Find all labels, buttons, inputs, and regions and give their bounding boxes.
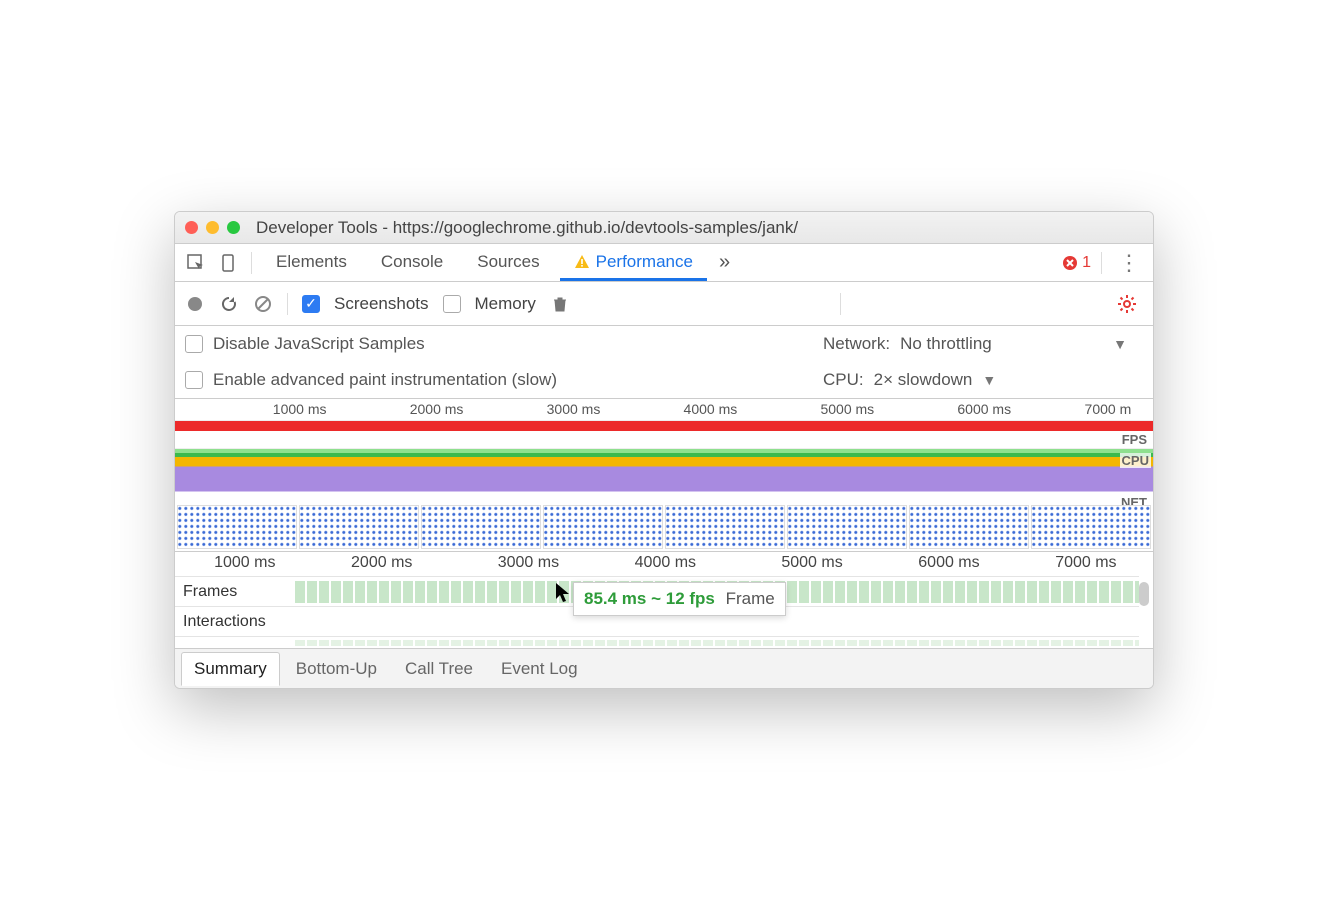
summary-tab[interactable]: Summary: [181, 652, 280, 686]
inspect-element-icon[interactable]: [183, 250, 209, 276]
disable-js-samples-checkbox[interactable]: [185, 335, 203, 353]
paint-instrumentation-checkbox[interactable]: [185, 371, 203, 389]
screenshot-thumb[interactable]: [177, 505, 297, 549]
lane-preview: [295, 640, 1139, 646]
screenshot-filmstrip[interactable]: [175, 503, 1153, 551]
screenshot-thumb[interactable]: [299, 505, 419, 549]
tab-performance-label: Performance: [596, 252, 693, 272]
ruler-tick: 1000 ms: [273, 401, 327, 417]
screenshot-thumb[interactable]: [787, 505, 907, 549]
ruler-tick: 2000 ms: [351, 554, 412, 572]
bottom-up-tab[interactable]: Bottom-Up: [284, 653, 389, 685]
memory-label: Memory: [475, 294, 536, 314]
error-count-badge[interactable]: 1: [1062, 254, 1091, 272]
reload-record-button[interactable]: [219, 294, 239, 314]
fps-track-label: FPS: [1120, 432, 1149, 447]
flamechart-pane[interactable]: 1000 ms 2000 ms 3000 ms 4000 ms 5000 ms …: [175, 552, 1153, 648]
network-throttling-select[interactable]: No throttling: [900, 334, 992, 354]
screenshots-checkbox[interactable]: ✓: [302, 295, 320, 313]
disable-js-samples-label: Disable JavaScript Samples: [213, 334, 425, 354]
ruler-tick: 1000 ms: [214, 554, 275, 572]
divider: [1101, 252, 1102, 274]
cpu-label: CPU:: [823, 370, 864, 390]
tab-overflow-button[interactable]: »: [713, 251, 736, 274]
cpu-track-label: CPU: [1120, 453, 1151, 468]
ruler-tick: 5000 ms: [781, 554, 842, 572]
divider: [287, 293, 288, 315]
event-log-tab[interactable]: Event Log: [489, 653, 590, 685]
warning-icon: [574, 254, 590, 270]
fps-warning-bar: [175, 421, 1153, 431]
screenshots-label: Screenshots: [334, 294, 429, 314]
main-tab-bar: Elements Console Sources Performance » 1…: [175, 244, 1153, 282]
record-button[interactable]: [185, 294, 205, 314]
frames-lane[interactable]: Frames: [175, 576, 1139, 606]
ruler-tick: 4000 ms: [684, 401, 738, 417]
network-label: Network:: [823, 334, 890, 354]
capture-settings-button[interactable]: [1111, 294, 1143, 314]
interactions-lane[interactable]: Interactions: [175, 606, 1139, 636]
close-window-button[interactable]: [185, 221, 198, 234]
maximize-window-button[interactable]: [227, 221, 240, 234]
timeline-ruler[interactable]: 1000 ms 2000 ms 3000 ms 4000 ms 5000 ms …: [175, 552, 1153, 576]
chevron-down-icon: ▼: [982, 372, 996, 388]
chevron-down-icon: ▼: [1113, 336, 1127, 352]
capture-settings-panel: Disable JavaScript Samples Network: No t…: [175, 326, 1153, 399]
performance-toolbar: ✓ Screenshots Memory: [175, 282, 1153, 326]
tab-sources[interactable]: Sources: [463, 244, 553, 281]
devtools-window: Developer Tools - https://googlechrome.g…: [174, 211, 1154, 689]
divider: [251, 252, 252, 274]
frames-strip[interactable]: [295, 581, 1139, 603]
screenshot-thumb[interactable]: [543, 505, 663, 549]
minimize-window-button[interactable]: [206, 221, 219, 234]
spacer-lane: [175, 636, 1139, 648]
window-titlebar: Developer Tools - https://googlechrome.g…: [175, 212, 1153, 244]
cpu-throttling-select[interactable]: 2× slowdown: [874, 370, 973, 390]
trash-button[interactable]: [550, 294, 570, 314]
net-track: NET: [175, 495, 1153, 503]
tab-elements[interactable]: Elements: [262, 244, 361, 281]
error-count-text: 1: [1082, 254, 1091, 272]
screenshot-thumb[interactable]: [421, 505, 541, 549]
ruler-tick: 3000 ms: [498, 554, 559, 572]
overview-pane[interactable]: 1000 ms 2000 ms 3000 ms 4000 ms 5000 ms …: [175, 399, 1153, 552]
ruler-tick: 7000 ms: [1055, 554, 1116, 572]
clear-button[interactable]: [253, 294, 273, 314]
ruler-tick: 6000 ms: [918, 554, 979, 572]
ruler-tick: 5000 ms: [820, 401, 874, 417]
net-track-label: NET: [1119, 495, 1149, 503]
ruler-tick: 4000 ms: [635, 554, 696, 572]
ruler-tick: 7000 m: [1085, 401, 1132, 417]
frames-lane-label: Frames: [175, 577, 295, 606]
paint-instrumentation-label: Enable advanced paint instrumentation (s…: [213, 370, 557, 390]
device-toggle-icon[interactable]: [215, 250, 241, 276]
ruler-tick: 6000 ms: [957, 401, 1011, 417]
screenshot-thumb[interactable]: [1031, 505, 1151, 549]
ruler-tick: 2000 ms: [410, 401, 464, 417]
gear-icon: [1117, 294, 1137, 314]
memory-checkbox[interactable]: [443, 295, 461, 313]
screenshot-thumb[interactable]: [909, 505, 1029, 549]
details-tab-bar: Summary Bottom-Up Call Tree Event Log: [175, 648, 1153, 688]
tab-performance[interactable]: Performance: [560, 244, 707, 281]
call-tree-tab[interactable]: Call Tree: [393, 653, 485, 685]
ruler-tick: 3000 ms: [547, 401, 601, 417]
screenshot-thumb[interactable]: [665, 505, 785, 549]
overview-ruler[interactable]: 1000 ms 2000 ms 3000 ms 4000 ms 5000 ms …: [175, 399, 1153, 421]
tab-console[interactable]: Console: [367, 244, 457, 281]
cpu-track: CPU: [175, 453, 1153, 495]
interactions-lane-label: Interactions: [175, 607, 295, 636]
divider: [840, 293, 841, 315]
vertical-scrollbar[interactable]: [1139, 582, 1149, 606]
error-icon: [1062, 255, 1078, 271]
window-title: Developer Tools - https://googlechrome.g…: [256, 218, 798, 238]
fps-track: FPS: [175, 431, 1153, 449]
kebab-menu-button[interactable]: ⋮: [1112, 250, 1145, 276]
